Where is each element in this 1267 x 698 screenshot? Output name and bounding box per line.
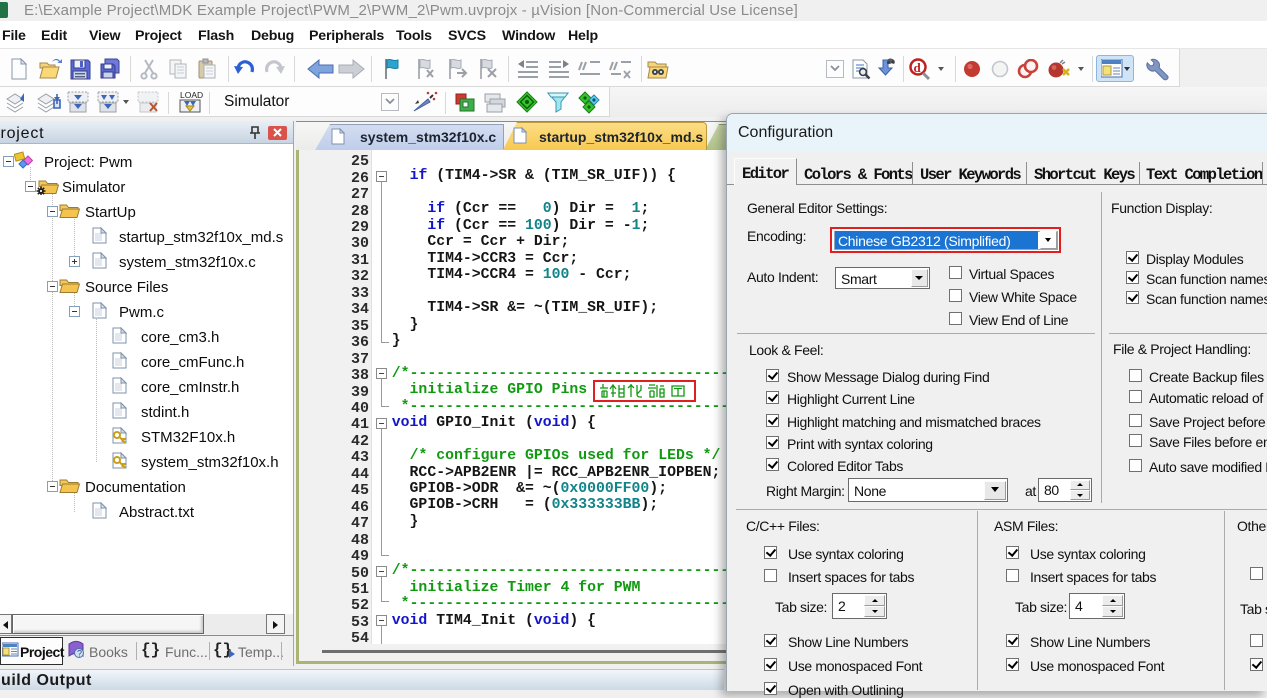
- svg-text:?: ?: [77, 649, 82, 659]
- svg-text:d: d: [914, 60, 922, 75]
- svg-text:LOAD: LOAD: [180, 90, 203, 100]
